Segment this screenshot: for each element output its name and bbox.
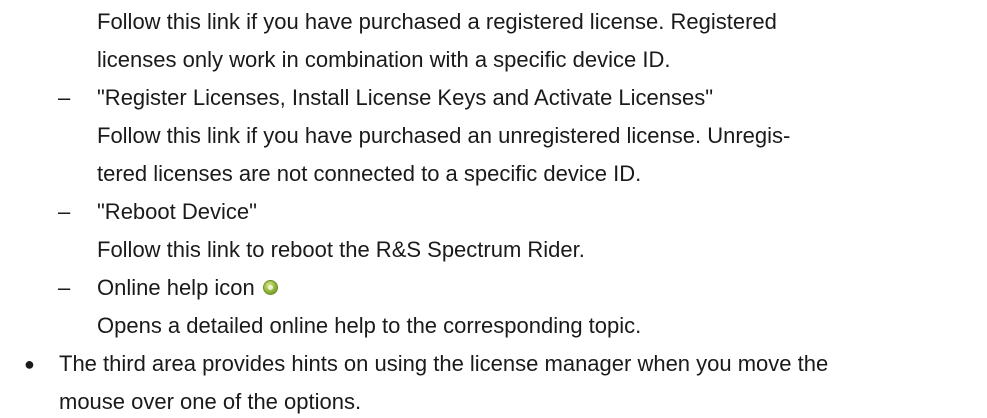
link-title-reboot: "Reboot Device" <box>97 199 257 224</box>
text-line: Follow this link if you have purchased a… <box>97 123 791 148</box>
dash-marker: – <box>58 275 71 300</box>
online-help-icon <box>262 279 278 295</box>
text-line: Follow this link if you have purchased a… <box>97 9 777 34</box>
dash-marker: – <box>58 199 71 224</box>
text-line: The third area provides hints on using t… <box>59 351 829 376</box>
online-help-item: Online help icon <box>97 272 278 304</box>
bullet-marker: ● <box>24 354 35 374</box>
text-line: mouse over one of the options. <box>59 389 362 414</box>
dash-marker: – <box>58 85 71 110</box>
link-title-register: "Register Licenses, Install License Keys… <box>97 85 714 110</box>
text-line: tered licenses are not connected to a sp… <box>97 161 642 186</box>
online-help-label: Online help icon <box>97 275 255 300</box>
text-line: Opens a detailed online help to the corr… <box>97 313 642 338</box>
text-line: Follow this link to reboot the R&S Spect… <box>97 237 585 262</box>
text-line: licenses only work in combination with a… <box>97 47 671 72</box>
